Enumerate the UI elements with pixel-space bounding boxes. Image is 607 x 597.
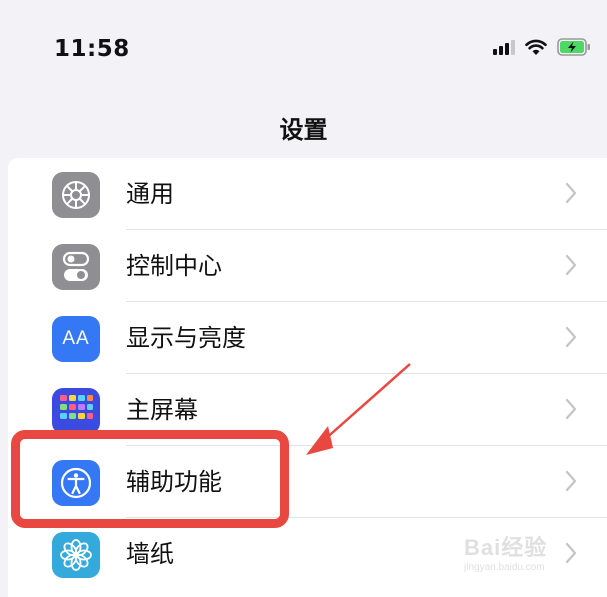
chevron-right-icon <box>565 542 577 564</box>
chevron-right-icon <box>565 470 577 492</box>
settings-label: 通用 <box>126 180 174 208</box>
settings-row-display-brightness[interactable]: AA 显示与亮度 <box>8 302 607 374</box>
battery-charging-icon <box>557 38 591 56</box>
accessibility-icon <box>52 460 100 506</box>
settings-row-general[interactable]: 通用 <box>8 158 607 230</box>
chevron-right-icon <box>565 182 577 204</box>
settings-row-home-screen[interactable]: 主屏幕 <box>8 374 607 446</box>
flower-icon <box>52 532 100 578</box>
settings-row-accessibility[interactable]: 辅助功能 <box>8 446 607 518</box>
settings-label: 控制中心 <box>126 252 222 280</box>
icon-glyph: AA <box>62 328 90 349</box>
status-icons <box>493 38 591 56</box>
page-title: 设置 <box>279 116 328 144</box>
status-time: 11:58 <box>54 36 130 62</box>
settings-label: 辅助功能 <box>126 468 222 496</box>
settings-label: 主屏幕 <box>126 396 198 424</box>
settings-label: 显示与亮度 <box>126 324 246 352</box>
home-screen-grid-icon <box>52 388 100 434</box>
status-bar: 11:58 <box>0 0 607 100</box>
gear-icon <box>52 172 100 218</box>
chevron-right-icon <box>565 254 577 276</box>
wifi-icon <box>525 39 547 56</box>
chevron-right-icon <box>565 326 577 348</box>
settings-label: 墙纸 <box>126 540 174 568</box>
text-size-icon: AA <box>52 316 100 362</box>
settings-list: 通用 控制中心 AA 显示与亮度 主屏幕 辅助功能 墙纸 <box>8 158 607 597</box>
chevron-right-icon <box>565 398 577 420</box>
signal-icon <box>493 39 515 55</box>
settings-row-wallpaper[interactable]: 墙纸 <box>8 518 607 590</box>
settings-row-control-center[interactable]: 控制中心 <box>8 230 607 302</box>
toggle-switches-icon <box>52 244 100 290</box>
